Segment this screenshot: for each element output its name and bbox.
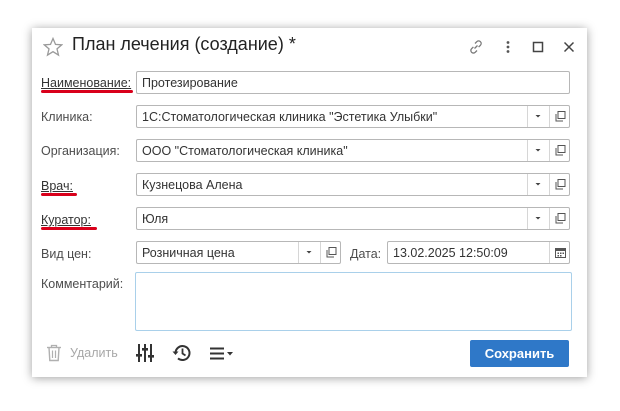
clinic-field[interactable]: 1С:Стоматологическая клиника "Эстетика У…: [136, 105, 570, 128]
doctor-value: Кузнецова Алена: [142, 178, 243, 192]
menu-icon[interactable]: [209, 346, 235, 362]
window-title: План лечения (создание) *: [72, 34, 296, 54]
open-icon: [326, 247, 337, 258]
required-marker: [41, 227, 97, 230]
date-field[interactable]: 13.02.2025 12:50:09: [387, 241, 570, 264]
name-field[interactable]: Протезирование: [136, 71, 570, 94]
price-type-field[interactable]: Розничная цена: [136, 241, 341, 264]
organization-label: Организация:: [41, 144, 120, 158]
open-icon: [555, 213, 566, 224]
history-icon[interactable]: [172, 343, 192, 363]
organization-value: ООО "Стоматологическая клиника": [142, 144, 348, 158]
star-icon[interactable]: [43, 37, 63, 57]
dropdown-icon: [535, 115, 541, 118]
open-icon: [555, 111, 566, 122]
dropdown-icon: [535, 217, 541, 220]
curator-field[interactable]: Юля: [136, 207, 570, 230]
price-type-open-button[interactable]: [320, 242, 340, 263]
curator-open-button[interactable]: [549, 208, 569, 229]
dropdown-icon: [535, 149, 541, 152]
price-type-dropdown-button[interactable]: [298, 242, 318, 263]
date-label: Дата:: [350, 247, 382, 261]
dropdown-icon: [306, 251, 312, 254]
price-type-label: Вид цен:: [41, 247, 92, 261]
organization-field[interactable]: ООО "Стоматологическая клиника": [136, 139, 570, 162]
doctor-field[interactable]: Кузнецова Алена: [136, 173, 570, 196]
doctor-label: Врач:: [41, 179, 73, 193]
organization-dropdown-button[interactable]: [527, 140, 547, 161]
save-button[interactable]: Сохранить: [470, 340, 569, 367]
doctor-open-button[interactable]: [549, 174, 569, 195]
trash-icon[interactable]: [46, 344, 62, 362]
settings-icon[interactable]: [135, 343, 155, 363]
close-icon[interactable]: [561, 39, 577, 55]
calendar-button[interactable]: [549, 242, 569, 263]
clinic-label: Клиника:: [41, 110, 93, 124]
open-icon: [555, 179, 566, 190]
more-icon[interactable]: [500, 39, 516, 55]
open-icon: [555, 145, 566, 156]
name-value: Протезирование: [142, 76, 238, 90]
comment-label: Комментарий:: [41, 277, 124, 291]
doctor-dropdown-button[interactable]: [527, 174, 547, 195]
price-type-value: Розничная цена: [142, 246, 235, 260]
name-label: Наименование:: [41, 76, 132, 90]
comment-field[interactable]: [135, 272, 572, 331]
plan-dialog: План лечения (создание) * Наименование: …: [32, 28, 587, 377]
curator-dropdown-button[interactable]: [527, 208, 547, 229]
calendar-icon: [555, 248, 566, 258]
clinic-open-button[interactable]: [549, 106, 569, 127]
clinic-dropdown-button[interactable]: [527, 106, 547, 127]
delete-button[interactable]: Удалить: [70, 346, 118, 360]
curator-label: Куратор:: [41, 213, 91, 227]
dropdown-icon: [535, 183, 541, 186]
required-marker: [41, 193, 77, 196]
maximize-icon[interactable]: [530, 39, 546, 55]
curator-value: Юля: [142, 212, 169, 226]
clinic-value: 1С:Стоматологическая клиника "Эстетика У…: [142, 110, 438, 124]
date-value: 13.02.2025 12:50:09: [393, 246, 508, 260]
required-marker: [41, 90, 133, 93]
link-icon[interactable]: [468, 39, 484, 55]
organization-open-button[interactable]: [549, 140, 569, 161]
